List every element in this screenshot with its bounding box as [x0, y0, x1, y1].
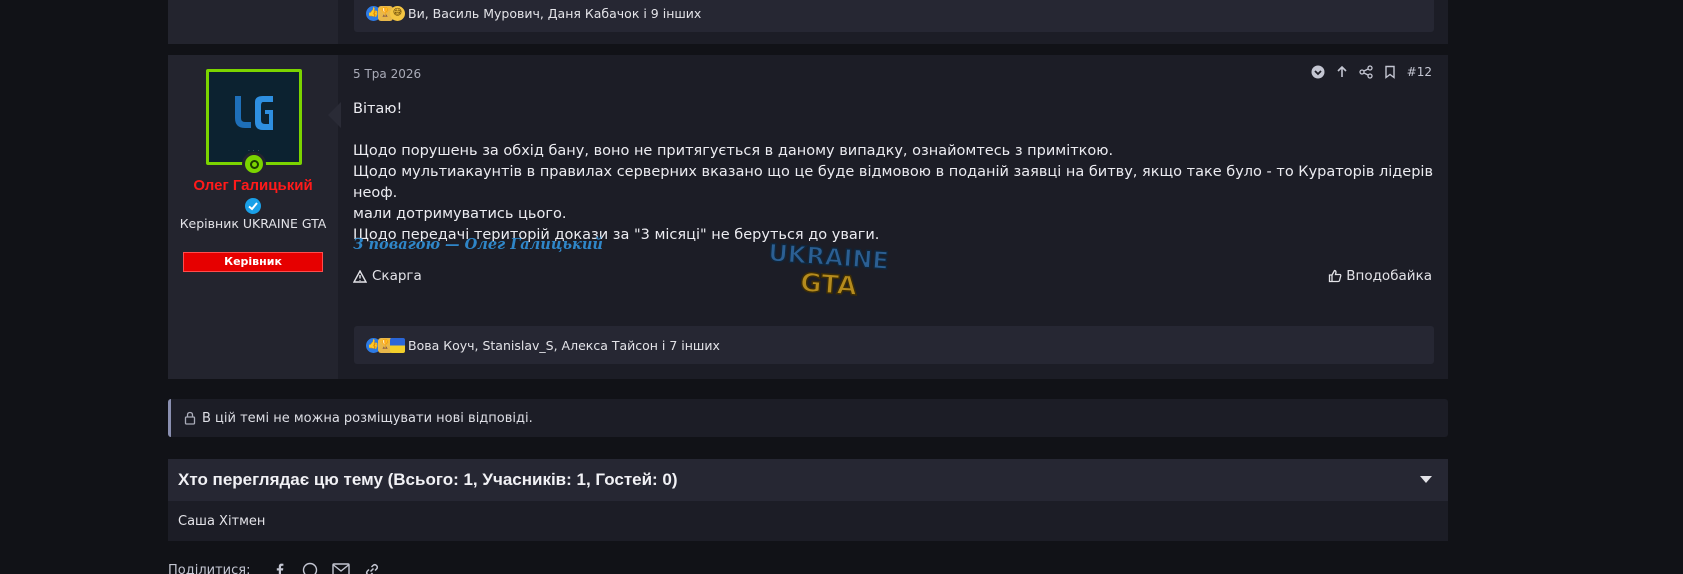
report-label: Скарга [372, 268, 422, 284]
share-icon[interactable] [1359, 65, 1373, 79]
svg-text:GTA: GTA [799, 268, 858, 301]
post-date[interactable]: 5 Тра 2026 [353, 67, 421, 81]
author-name[interactable]: Олег Галицький [168, 177, 338, 194]
post-body: Вітаю! Щодо порушень за обхід бану, воно… [353, 99, 1433, 246]
link-icon[interactable] [364, 562, 380, 574]
verified-badge-icon [245, 198, 261, 214]
viewer-name[interactable]: Саша Хітмен [178, 514, 265, 529]
post-line: мали дотримуватись цього. [353, 206, 567, 222]
warning-icon [353, 269, 367, 283]
thumbs-up-icon [1329, 269, 1342, 283]
post-user-column: . . . Олег Галицький Керівник UKRAINE GT… [168, 55, 338, 379]
whatsapp-icon[interactable] [302, 562, 318, 574]
viewers-title: Хто переглядає цю тему (Всього: 1, Учасн… [178, 470, 678, 489]
clan-logo-icon [235, 96, 273, 130]
lock-icon [184, 411, 196, 425]
post-greeting: Вітаю! [353, 101, 403, 117]
share-label: Поділитися: [168, 562, 251, 574]
author-title: Керівник UKRAINE GTA [179, 216, 327, 231]
reactions-users[interactable]: Вова Коуч, Stanislav_S, Алекса Тайсон і … [408, 338, 720, 353]
emoji-icon: 😅 [390, 5, 405, 21]
message-arrow [328, 102, 341, 128]
viewers-list: Саша Хітмен [168, 501, 1448, 541]
thread-locked-notice: В цій темі не можна розміщувати нові від… [168, 399, 1448, 437]
chevron-down-circle-icon[interactable] [1311, 65, 1325, 79]
collapse-chevron-icon[interactable] [1420, 476, 1432, 483]
ukraine-flag-icon [390, 337, 405, 353]
bookmark-icon[interactable] [1383, 65, 1397, 79]
share-row: Поділитися: [168, 562, 380, 574]
like-button[interactable]: Вподобайка [1328, 268, 1432, 284]
post-reactions-bar[interactable]: 👍 🏆 Вова Коуч, Stanislav_S, Алекса Тайсо… [354, 326, 1434, 364]
email-icon[interactable] [332, 563, 350, 574]
post-line: Щодо мультиакаунтів в правилах серверних… [353, 164, 1433, 201]
post-line: Щодо порушень за обхід бану, воно не при… [353, 143, 1114, 159]
post-number-link[interactable]: #12 [1407, 65, 1432, 79]
viewers-header[interactable]: Хто переглядає цю тему (Всього: 1, Учасн… [168, 459, 1448, 501]
post-signature: З повагою — Олег Галицький [353, 236, 603, 253]
online-status-icon [242, 152, 266, 176]
site-logo-watermark: UKRAINE GTA [768, 238, 888, 301]
previous-post-reactions-bar[interactable]: 👍 🏆 😅 Ви, Василь Мурович, Даня Кабачок і… [354, 0, 1434, 32]
arrow-up-icon[interactable] [1335, 65, 1349, 79]
post: . . . Олег Галицький Керівник UKRAINE GT… [168, 55, 1448, 379]
like-label: Вподобайка [1346, 268, 1432, 284]
post-actions: #12 [1311, 65, 1432, 79]
previous-post-user-column [168, 0, 338, 44]
author-role-banner: Керівник [183, 252, 323, 272]
report-button[interactable]: Скарга [353, 268, 422, 284]
avatar[interactable]: . . . [206, 69, 302, 165]
reactions-users[interactable]: Ви, Василь Мурович, Даня Кабачок і 9 інш… [408, 6, 701, 21]
notice-text: В цій темі не можна розміщувати нові від… [202, 410, 533, 426]
facebook-icon[interactable] [272, 562, 288, 574]
